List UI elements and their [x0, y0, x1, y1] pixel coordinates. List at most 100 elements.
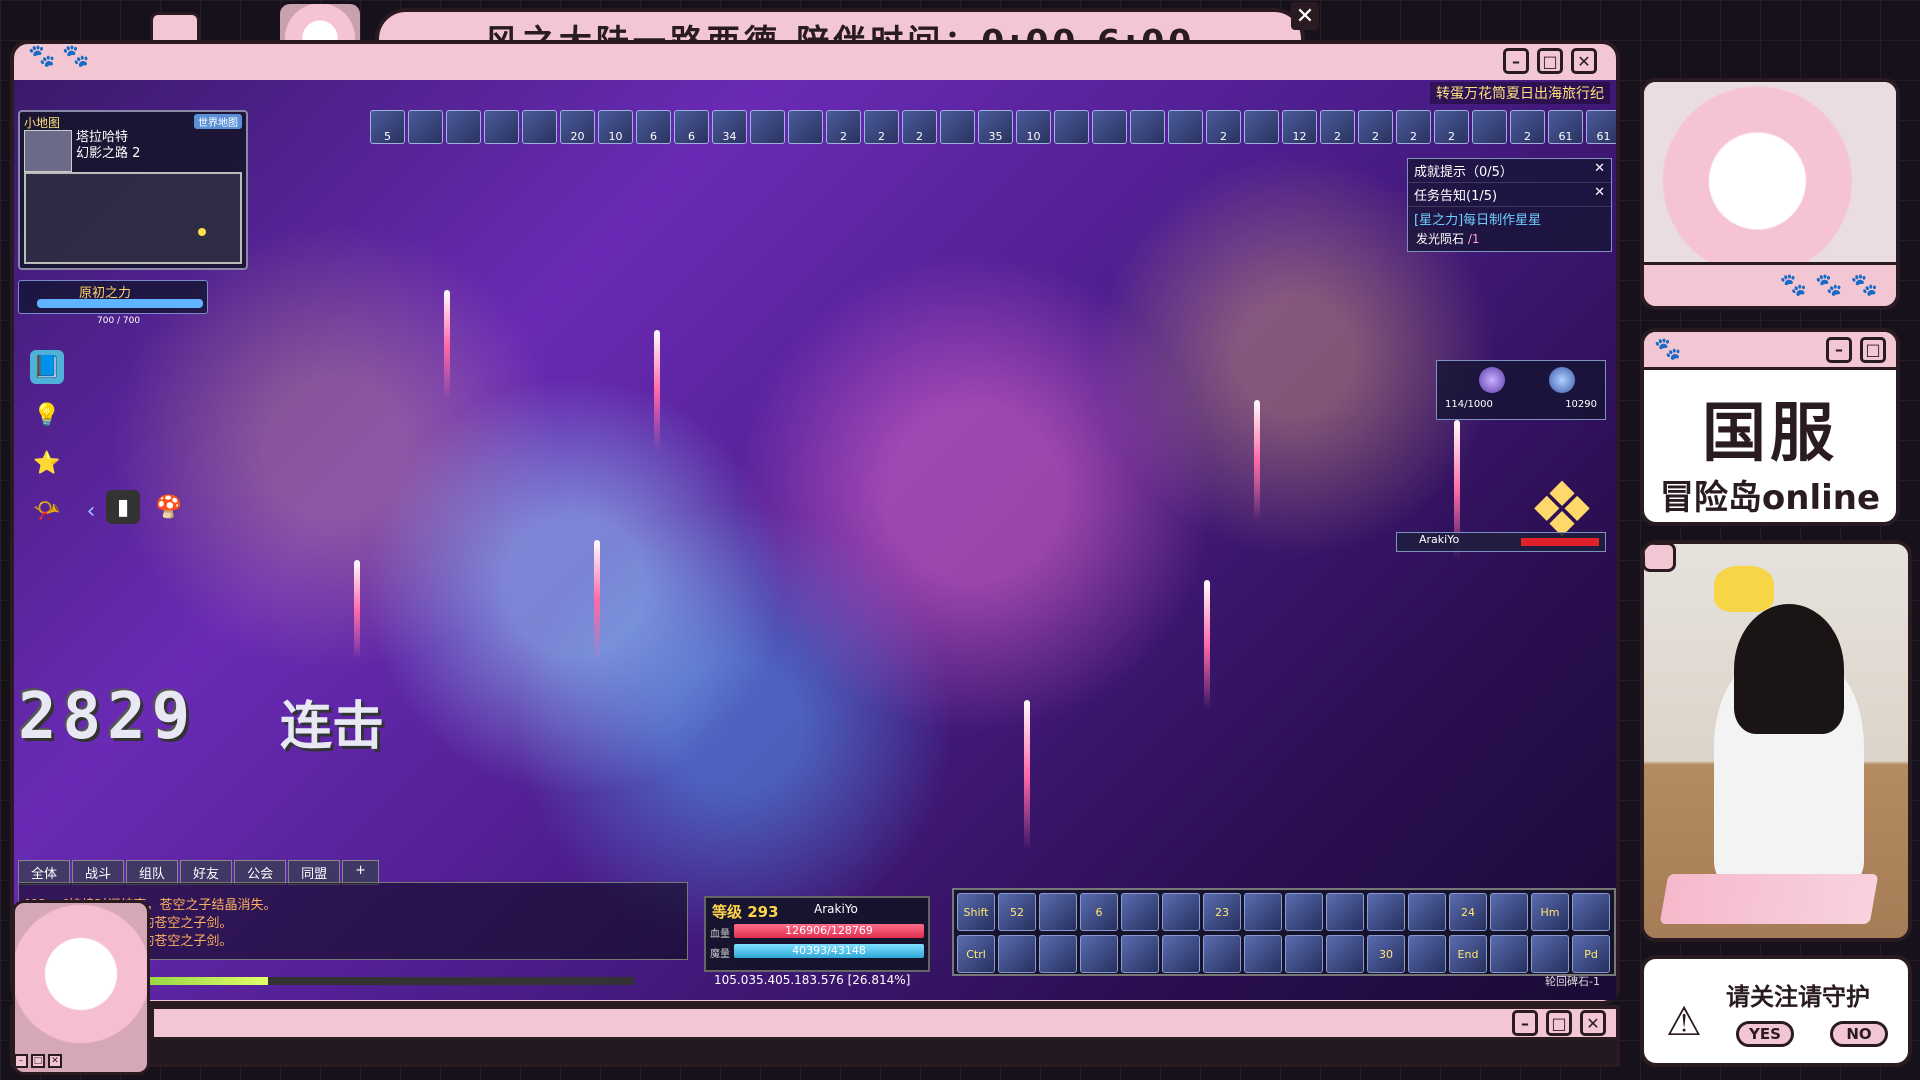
buff-icon[interactable]: 61 [1548, 110, 1583, 144]
skill-slot[interactable]: Shift [957, 893, 995, 931]
buff-icon[interactable] [1168, 110, 1203, 144]
world-map-button[interactable]: 世界地图 [194, 114, 242, 129]
skill-slot[interactable] [998, 935, 1036, 973]
star-icon[interactable]: ⭐ [30, 446, 64, 480]
buff-icon[interactable]: 2 [1434, 110, 1469, 144]
skill-slot[interactable] [1285, 935, 1323, 973]
close-button[interactable]: ✕ [1580, 1010, 1606, 1036]
minimap[interactable]: 小地图 世界地图 塔拉哈特 幻影之路 2 [18, 110, 248, 270]
close-icon[interactable]: ✕ [1594, 185, 1605, 204]
buff-icon[interactable]: 35 [978, 110, 1013, 144]
minimize-button[interactable]: – [1503, 48, 1529, 74]
skill-slot[interactable] [1121, 893, 1159, 931]
buff-icon[interactable]: 2 [1396, 110, 1431, 144]
skill-slot[interactable]: 24 [1449, 893, 1487, 931]
skill-slot[interactable] [1244, 935, 1282, 973]
buff-icon[interactable]: 10 [1016, 110, 1051, 144]
buff-icon[interactable]: 10 [598, 110, 633, 144]
achievement-row[interactable]: 成就提示（0/5） ✕ [1408, 159, 1611, 183]
maximize-button[interactable]: □ [1537, 48, 1563, 74]
skill-slot[interactable]: Ctrl [957, 935, 995, 973]
yes-button[interactable]: YES [1736, 1021, 1794, 1047]
buff-icon[interactable]: 20 [560, 110, 595, 144]
skill-slot[interactable]: 23 [1203, 893, 1241, 931]
phone-icon[interactable]: ▮ [106, 490, 140, 524]
maximize-button[interactable]: □ [31, 1054, 45, 1068]
buff-icon[interactable] [750, 110, 785, 144]
quest-notice-row[interactable]: 任务告知(1/5) ✕ [1408, 183, 1611, 207]
minimize-button[interactable]: – [1512, 1010, 1538, 1036]
skill-slot[interactable] [1039, 935, 1077, 973]
quest-panel[interactable]: 成就提示（0/5） ✕ 任务告知(1/5) ✕ [星之力]每日制作星星 发光陨石 /… [1407, 158, 1612, 252]
skill-slot[interactable] [1121, 935, 1159, 973]
buff-icon[interactable]: 5 [370, 110, 405, 144]
buff-icon[interactable]: 2 [1358, 110, 1393, 144]
horn-icon[interactable]: 📯 [30, 494, 64, 528]
server-subtitle: 冒险岛online [1659, 478, 1881, 518]
buff-icon[interactable]: 2 [864, 110, 899, 144]
skill-slot[interactable] [1285, 893, 1323, 931]
buff-icon[interactable]: 2 [1206, 110, 1241, 144]
skill-slot[interactable] [1162, 935, 1200, 973]
skill-slot[interactable] [1531, 935, 1569, 973]
buff-icon[interactable]: 2 [902, 110, 937, 144]
game-viewport[interactable]: 转蛋万花筒夏日出海旅行纪 小地图 世界地图 塔拉哈特 幻影之路 2 原初之力 7… [14, 80, 1616, 1000]
minimap-view[interactable] [24, 172, 242, 264]
skill-slot[interactable] [1326, 893, 1364, 931]
skill-slot[interactable]: 52 [998, 893, 1036, 931]
skill-slot[interactable] [1408, 893, 1446, 931]
skill-slot[interactable]: End [1449, 935, 1487, 973]
skill-slot[interactable] [1162, 893, 1200, 931]
buff-icon[interactable]: 61 [1586, 110, 1616, 144]
skill-slot[interactable] [1490, 893, 1528, 931]
buff-icon[interactable]: 6 [636, 110, 671, 144]
skill-slot[interactable] [1326, 935, 1364, 973]
skill-slot[interactable] [1408, 935, 1446, 973]
buff-icon[interactable]: 34 [712, 110, 747, 144]
buff-icon[interactable] [408, 110, 443, 144]
skill-slot[interactable]: Hm [1531, 893, 1569, 931]
buff-icon[interactable]: 2 [1320, 110, 1355, 144]
mushroom-icon[interactable]: 🍄 [152, 490, 186, 524]
buff-icon[interactable] [1092, 110, 1127, 144]
close-button[interactable]: ✕ [48, 1054, 62, 1068]
buff-icon[interactable] [940, 110, 975, 144]
buff-icon[interactable] [1244, 110, 1279, 144]
no-button[interactable]: NO [1830, 1021, 1888, 1047]
buff-icon[interactable] [1054, 110, 1089, 144]
buff-icon[interactable] [1130, 110, 1165, 144]
banner-close-icon[interactable]: ✕ [1291, 2, 1319, 30]
buff-icon[interactable]: 12 [1282, 110, 1317, 144]
skill-slot[interactable] [1572, 893, 1610, 931]
camera-icon [1644, 544, 1676, 572]
skill-slot[interactable]: 30 [1367, 935, 1405, 973]
skill-slot[interactable]: 6 [1080, 893, 1118, 931]
skill-slot[interactable] [1039, 893, 1077, 931]
buff-icon[interactable]: 6 [674, 110, 709, 144]
skill-slot[interactable] [1367, 893, 1405, 931]
skill-slot[interactable] [1490, 935, 1528, 973]
buff-icon[interactable]: 2 [1510, 110, 1545, 144]
maximize-button[interactable]: □ [1860, 336, 1886, 363]
skill-slot[interactable] [1080, 935, 1118, 973]
buff-icon[interactable] [446, 110, 481, 144]
guide-book-icon[interactable]: 📘 [30, 350, 64, 384]
chevron-left-icon[interactable]: ‹ [74, 494, 108, 528]
skill-slot[interactable]: Pd [1572, 935, 1610, 973]
buff-icon[interactable] [522, 110, 557, 144]
maximize-button[interactable]: □ [1546, 1010, 1572, 1036]
buff-icon[interactable] [1472, 110, 1507, 144]
buff-icon[interactable]: 2 [826, 110, 861, 144]
event-ticker[interactable]: 转蛋万花筒夏日出海旅行纪 [1430, 82, 1610, 104]
skill-slot[interactable] [1244, 893, 1282, 931]
close-button[interactable]: ✕ [1571, 48, 1597, 74]
buff-icon[interactable] [788, 110, 823, 144]
lightbulb-icon[interactable]: 💡 [30, 398, 64, 432]
skill-slot[interactable] [1203, 935, 1241, 973]
buff-icon[interactable] [484, 110, 519, 144]
close-icon[interactable]: ✕ [1594, 161, 1605, 180]
minimize-button[interactable]: – [1826, 336, 1852, 363]
map-thumbnail [24, 130, 72, 172]
minimize-button[interactable]: – [14, 1054, 28, 1068]
quest-task[interactable]: [星之力]每日制作星星 [1408, 207, 1611, 230]
